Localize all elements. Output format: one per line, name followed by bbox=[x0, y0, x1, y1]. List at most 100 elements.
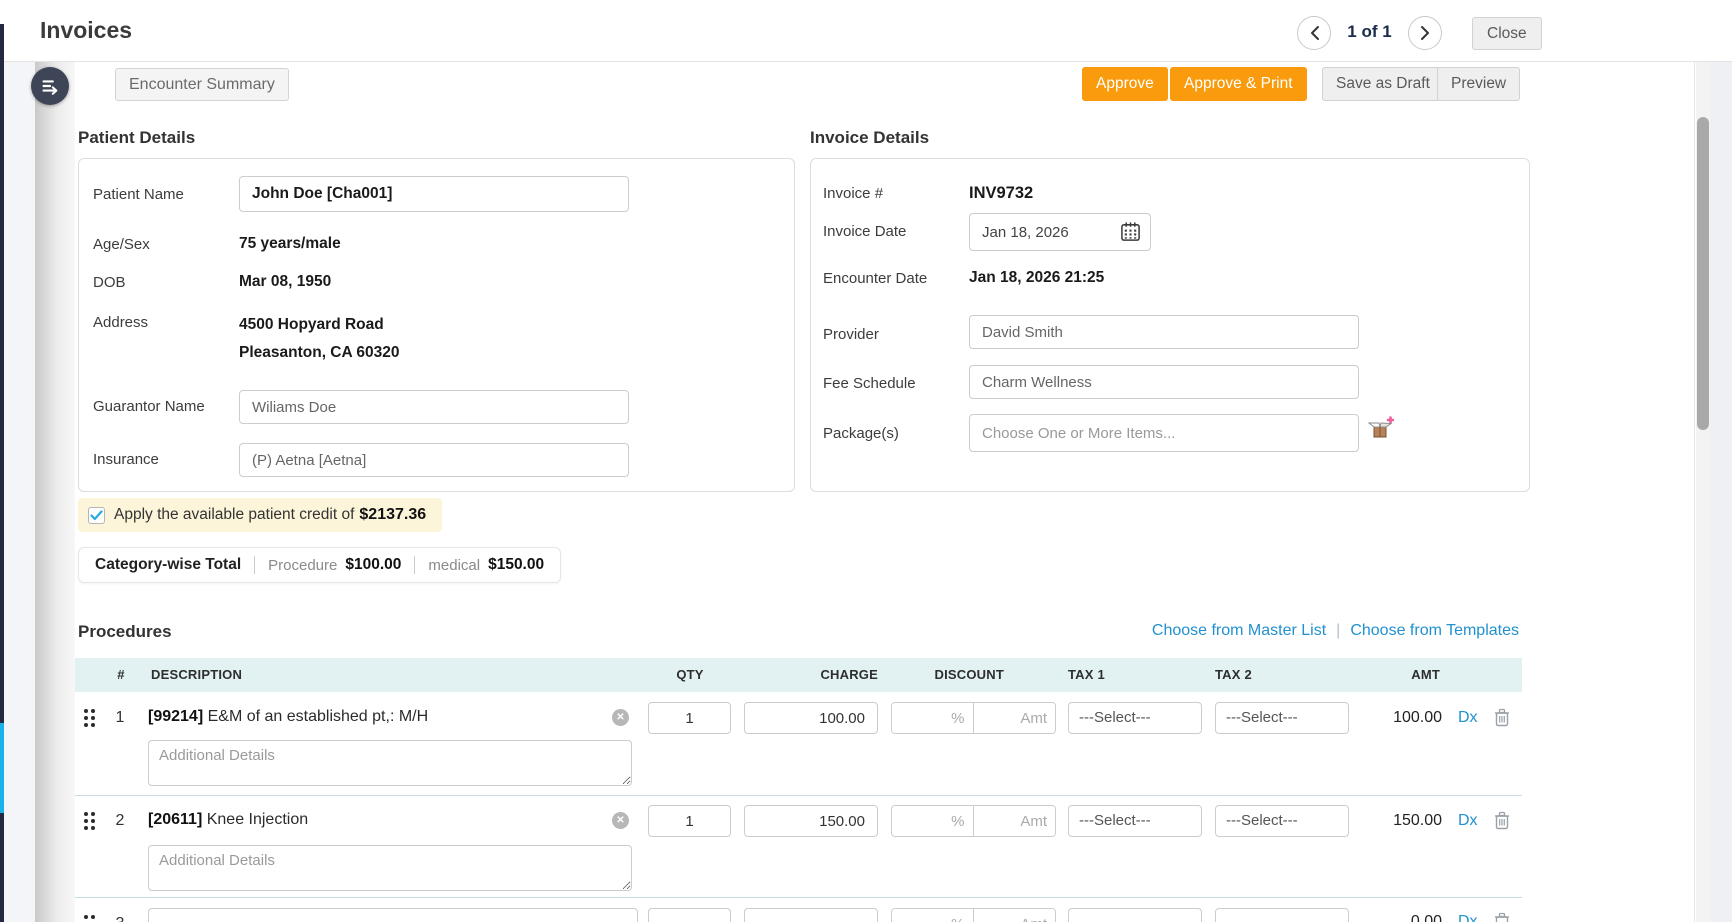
save-as-draft-button[interactable]: Save as Draft bbox=[1322, 67, 1444, 101]
checkbox-checked-icon bbox=[90, 510, 103, 521]
row-number: 1 bbox=[108, 709, 132, 727]
next-invoice-button[interactable] bbox=[1408, 16, 1442, 50]
fee-schedule-label: Fee Schedule bbox=[823, 375, 916, 392]
additional-details-textarea[interactable] bbox=[148, 845, 632, 891]
approve-and-print-button[interactable]: Approve & Print bbox=[1170, 67, 1307, 101]
encounter-date-label: Encounter Date bbox=[823, 270, 927, 287]
provider-label: Provider bbox=[823, 326, 879, 343]
packages-label: Package(s) bbox=[823, 425, 899, 442]
row-amount: 150.00 bbox=[1360, 812, 1442, 830]
qty-input[interactable] bbox=[648, 702, 731, 734]
col-amt: AMT bbox=[1360, 667, 1440, 682]
tax1-select[interactable]: ---Select--- bbox=[1068, 702, 1202, 734]
choose-from-master-list-link[interactable]: Choose from Master List bbox=[1152, 622, 1326, 640]
package-add-icon[interactable] bbox=[1366, 415, 1394, 443]
tax2-select[interactable]: ---Select--- bbox=[1215, 702, 1349, 734]
drag-handle-icon[interactable] bbox=[82, 914, 96, 922]
row-number: 2 bbox=[108, 812, 132, 830]
approve-button[interactable]: Approve bbox=[1082, 67, 1168, 101]
col-description: DESCRIPTION bbox=[151, 667, 242, 682]
col-qty: QTY bbox=[658, 667, 722, 682]
address-label: Address bbox=[93, 314, 148, 331]
trash-icon[interactable] bbox=[1494, 811, 1510, 830]
expand-encounter-panel-button[interactable] bbox=[31, 67, 69, 105]
invoice-date-field[interactable] bbox=[969, 213, 1151, 251]
apply-credit-checkbox[interactable] bbox=[88, 507, 105, 524]
insurance-input[interactable] bbox=[239, 443, 629, 477]
trash-icon[interactable] bbox=[1494, 708, 1510, 727]
apply-credit-text: Apply the available patient credit of bbox=[114, 506, 354, 524]
remove-procedure-icon[interactable]: ✕ bbox=[612, 709, 629, 726]
procedure-name: Knee Injection bbox=[207, 811, 308, 828]
charge-input[interactable] bbox=[744, 908, 878, 922]
expand-panel-icon bbox=[39, 75, 61, 97]
tax1-select[interactable]: ---Select--- bbox=[1068, 805, 1202, 837]
patient-name-label: Patient Name bbox=[93, 186, 184, 203]
discount-percent-input[interactable] bbox=[892, 806, 974, 836]
qty-input[interactable] bbox=[648, 805, 731, 837]
patient-details-card: Patient Name Age/Sex 75 years/male DOB M… bbox=[78, 158, 795, 492]
procedure-description: [20611] Knee Injection bbox=[148, 811, 308, 829]
remove-procedure-icon[interactable]: ✕ bbox=[612, 812, 629, 829]
procedure-description: [99214] E&M of an established pt,: M/H bbox=[148, 708, 428, 726]
procedure-code: [20611] bbox=[148, 811, 202, 828]
fee-schedule-input[interactable] bbox=[969, 365, 1359, 399]
row-separator bbox=[75, 795, 1522, 796]
calendar-icon[interactable] bbox=[1120, 221, 1141, 242]
tax2-select[interactable]: ---Select--- bbox=[1215, 805, 1349, 837]
dx-link[interactable]: Dx bbox=[1458, 913, 1478, 922]
dx-link[interactable]: Dx bbox=[1458, 709, 1478, 727]
page-title: Invoices bbox=[40, 17, 132, 44]
patient-details-title: Patient Details bbox=[78, 128, 195, 148]
procedures-table-header: # DESCRIPTION QTY CHARGE DISCOUNT TAX 1 … bbox=[75, 658, 1522, 692]
previous-invoice-button[interactable] bbox=[1297, 16, 1331, 50]
category-amount: $150.00 bbox=[488, 556, 544, 574]
provider-input[interactable] bbox=[969, 315, 1359, 349]
invoice-number-label: Invoice # bbox=[823, 185, 883, 202]
qty-input[interactable] bbox=[648, 908, 731, 922]
procedure-name: E&M of an established pt,: M/H bbox=[208, 708, 429, 725]
patient-name-input[interactable] bbox=[239, 176, 629, 212]
packages-input[interactable] bbox=[969, 414, 1359, 452]
preview-button[interactable]: Preview bbox=[1437, 67, 1520, 101]
dob-label: DOB bbox=[93, 274, 126, 291]
discount-percent-input[interactable] bbox=[892, 703, 974, 733]
discount-amount-input[interactable] bbox=[974, 703, 1056, 733]
charge-input[interactable] bbox=[744, 805, 878, 837]
choose-from-templates-link[interactable]: Choose from Templates bbox=[1350, 622, 1519, 640]
address-line1: 4500 Hopyard Road bbox=[239, 316, 384, 334]
row-amount: 100.00 bbox=[1360, 709, 1442, 727]
invoice-date-label: Invoice Date bbox=[823, 223, 906, 240]
additional-details-textarea[interactable] bbox=[148, 740, 632, 786]
col-tax2: TAX 2 bbox=[1215, 667, 1252, 682]
invoice-number-value: INV9732 bbox=[969, 184, 1033, 203]
tax1-select[interactable] bbox=[1068, 908, 1202, 922]
drag-handle-icon[interactable] bbox=[82, 811, 96, 831]
trash-icon[interactable] bbox=[1494, 912, 1510, 922]
guarantor-name-input[interactable] bbox=[239, 390, 629, 424]
invoice-details-title: Invoice Details bbox=[810, 128, 929, 148]
discount-amount-input[interactable] bbox=[974, 909, 1056, 922]
charge-input[interactable] bbox=[744, 702, 878, 734]
insurance-label: Insurance bbox=[93, 451, 159, 468]
col-num: # bbox=[111, 667, 131, 682]
procedure-description-input[interactable] bbox=[148, 908, 638, 922]
category-wise-total: Category-wise Total Procedure $100.00 me… bbox=[78, 547, 561, 583]
address-line2: Pleasanton, CA 60320 bbox=[239, 344, 400, 362]
link-separator: | bbox=[1336, 622, 1340, 640]
scrollbar-thumb[interactable] bbox=[1697, 117, 1709, 430]
drag-handle-icon[interactable] bbox=[82, 708, 96, 728]
divider bbox=[414, 556, 415, 574]
discount-amount-input[interactable] bbox=[974, 806, 1056, 836]
patient-credit-amount: $2137.36 bbox=[359, 506, 426, 524]
discount-percent-input[interactable] bbox=[892, 909, 974, 922]
dx-link[interactable]: Dx bbox=[1458, 812, 1478, 830]
category-amount: $100.00 bbox=[345, 556, 401, 574]
chevron-right-icon bbox=[1420, 25, 1431, 41]
tax2-select[interactable] bbox=[1215, 908, 1349, 922]
close-button[interactable]: Close bbox=[1472, 17, 1542, 50]
window-header: Invoices 1 of 1 Close bbox=[4, 0, 1732, 62]
encounter-summary-button[interactable]: Encounter Summary bbox=[115, 68, 289, 101]
right-gutter bbox=[1710, 62, 1732, 922]
dob-value: Mar 08, 1950 bbox=[239, 273, 331, 291]
